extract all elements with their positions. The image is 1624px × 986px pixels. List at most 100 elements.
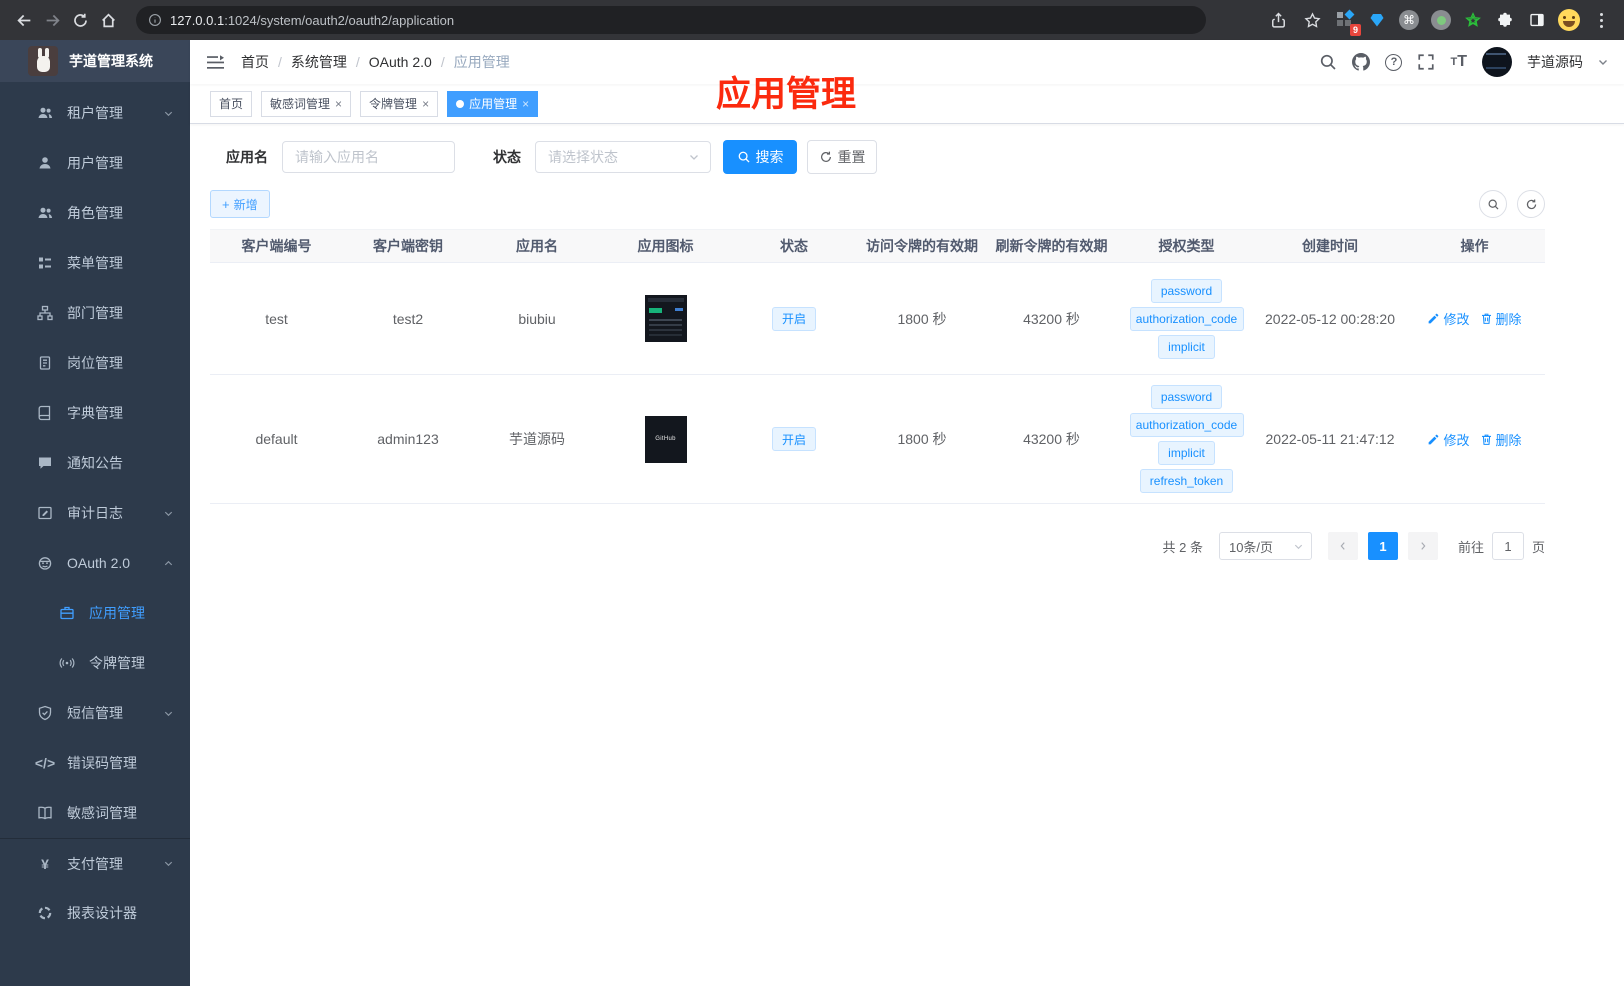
- breadcrumb-item[interactable]: 首页: [241, 52, 269, 72]
- sidebar-item-sms[interactable]: 短信管理: [0, 688, 190, 738]
- navbar-actions: ? TT 芋道源码: [1319, 47, 1608, 77]
- sidebar-item-label: 错误码管理: [67, 755, 137, 771]
- app-title: 芋道管理系统: [69, 53, 153, 69]
- applications-table: 客户端编号 客户端密钥 应用名 应用图标 状态 访问令牌的有效期 刷新令牌的有效期 授权类型 创…: [210, 229, 1545, 504]
- star-extension-icon[interactable]: [1460, 7, 1486, 33]
- search-icon[interactable]: [1319, 53, 1337, 71]
- close-icon[interactable]: ×: [335, 98, 342, 110]
- edit-button[interactable]: 修改: [1427, 309, 1470, 328]
- column-header: 客户端密钥: [373, 238, 443, 254]
- sidebar-item-tenant[interactable]: 租户管理: [0, 88, 190, 138]
- sidebar-item-error-code[interactable]: </> 错误码管理: [0, 738, 190, 788]
- extension-grid-icon[interactable]: 9: [1332, 7, 1361, 36]
- sidebar-item-label: 令牌管理: [89, 655, 145, 671]
- tag-tab[interactable]: 首页: [210, 90, 253, 117]
- close-icon[interactable]: ×: [422, 98, 429, 110]
- column-header: 客户端编号: [241, 238, 312, 254]
- robot-icon: [36, 554, 54, 572]
- browser-menu-icon[interactable]: [1588, 7, 1614, 33]
- shield-icon: [36, 704, 54, 722]
- command-extension-icon[interactable]: ⌘: [1396, 7, 1422, 33]
- sidebar-item-sensitive-word[interactable]: 敏感词管理: [0, 788, 190, 838]
- toggle-search-button[interactable]: [1479, 190, 1507, 218]
- address-bar[interactable]: 127.0.0.1:1024/system/oauth2/oauth2/appl…: [136, 6, 1206, 34]
- browser-forward-icon[interactable]: [38, 6, 66, 34]
- app-name-input[interactable]: [282, 141, 455, 173]
- sidebar-item-oauth2-token[interactable]: 令牌管理: [0, 638, 190, 688]
- token-icon: [58, 654, 76, 672]
- bookmark-star-icon[interactable]: [1298, 6, 1326, 34]
- sidebar-item-oauth2-application[interactable]: 应用管理: [0, 588, 190, 638]
- browser-home-icon[interactable]: [94, 6, 122, 34]
- sidebar-item-user[interactable]: 用户管理: [0, 138, 190, 188]
- gem-extension-icon[interactable]: [1364, 7, 1390, 33]
- tag-tab[interactable]: 令牌管理 ×: [360, 90, 439, 117]
- font-size-icon[interactable]: TT: [1450, 53, 1467, 71]
- reset-button[interactable]: 重置: [807, 140, 877, 174]
- browser-reload-icon[interactable]: [66, 6, 94, 34]
- sidebar-item-notice[interactable]: 通知公告: [0, 438, 190, 488]
- grant-type-tag: authorization_code: [1129, 413, 1244, 437]
- user-avatar[interactable]: [1482, 47, 1512, 77]
- chevron-up-icon: [163, 558, 174, 569]
- delete-button[interactable]: 删除: [1480, 430, 1522, 449]
- sidebar-item-dept[interactable]: 部门管理: [0, 288, 190, 338]
- goto-page-input[interactable]: [1491, 532, 1524, 560]
- app-name-cell: biubiu: [518, 310, 556, 327]
- recorder-extension-icon[interactable]: [1428, 7, 1454, 33]
- github-icon[interactable]: [1352, 53, 1371, 71]
- table-row: default admin123 芋道源码 GitHub 开启 1800 秒 43200 秒…: [210, 375, 1545, 504]
- breadcrumb-item[interactable]: OAuth 2.0: [369, 54, 432, 70]
- extensions-puzzle-icon[interactable]: [1492, 7, 1518, 33]
- sidebar-toggle-icon[interactable]: [1524, 7, 1550, 33]
- app-logo[interactable]: 芋道管理系统: [0, 40, 190, 82]
- add-button[interactable]: + 新增: [210, 190, 270, 218]
- post-icon: [36, 354, 54, 372]
- user-icon: [36, 154, 54, 172]
- prev-page-button[interactable]: [1327, 532, 1358, 560]
- next-page-button[interactable]: [1407, 532, 1438, 560]
- status-select-placeholder: 请选择状态: [548, 149, 618, 165]
- sidebar-item-role[interactable]: 角色管理: [0, 188, 190, 238]
- breadcrumb-item[interactable]: 系统管理: [291, 52, 347, 72]
- help-icon[interactable]: ?: [1385, 53, 1403, 71]
- sidebar-item-pay[interactable]: ¥ 支付管理: [0, 838, 190, 888]
- breadcrumb-separator: /: [355, 54, 360, 70]
- edit-button[interactable]: 修改: [1427, 430, 1470, 449]
- browser-back-icon[interactable]: [10, 6, 38, 34]
- sidebar-item-label: 通知公告: [67, 455, 123, 471]
- browser-toolbar: 127.0.0.1:1024/system/oauth2/oauth2/appl…: [0, 0, 1624, 40]
- current-page-button[interactable]: 1: [1367, 532, 1398, 560]
- site-info-icon[interactable]: [148, 13, 162, 27]
- status-select[interactable]: 请选择状态: [535, 141, 711, 173]
- status-cell: 开启: [730, 306, 858, 331]
- sidebar-item-label: 支付管理: [67, 855, 123, 872]
- tag-tab[interactable]: 应用管理 ×: [447, 90, 539, 117]
- log-icon: [36, 504, 54, 522]
- caret-down-icon[interactable]: [1598, 57, 1608, 67]
- column-header: 刷新令牌的有效期: [995, 238, 1108, 254]
- refresh-button[interactable]: [1517, 190, 1545, 218]
- username[interactable]: 芋道源码: [1527, 52, 1583, 72]
- app-icon-cell: GitHub: [601, 415, 730, 463]
- delete-button[interactable]: 删除: [1480, 309, 1522, 328]
- browser-actions: 9 ⌘: [1264, 6, 1614, 36]
- page-content: 应用名 状态 请选择状态 搜索 重置 +新增: [190, 124, 1624, 986]
- notice-icon: [36, 454, 54, 472]
- share-icon[interactable]: [1264, 6, 1292, 34]
- grant-type-tag: implicit: [1158, 334, 1215, 359]
- sidebar-item-menu[interactable]: 菜单管理: [0, 238, 190, 288]
- close-icon[interactable]: ×: [522, 98, 529, 110]
- page-size-select[interactable]: 10条/页: [1218, 532, 1312, 560]
- sidebar-item-dict[interactable]: 字典管理: [0, 388, 190, 438]
- search-button[interactable]: 搜索: [723, 140, 797, 174]
- sidebar-item-oauth2[interactable]: OAuth 2.0: [0, 538, 190, 588]
- breadcrumb: 首页 / 系统管理 / OAuth 2.0 / 应用管理: [241, 52, 510, 72]
- fullscreen-icon[interactable]: [1417, 53, 1435, 71]
- tag-tab[interactable]: 敏感词管理 ×: [261, 90, 352, 117]
- sidebar-item-audit-log[interactable]: 审计日志: [0, 488, 190, 538]
- hamburger-icon[interactable]: [206, 54, 225, 71]
- sidebar-item-report-designer[interactable]: 报表设计器: [0, 888, 190, 938]
- sidebar-item-post[interactable]: 岗位管理: [0, 338, 190, 388]
- profile-avatar[interactable]: [1556, 7, 1582, 33]
